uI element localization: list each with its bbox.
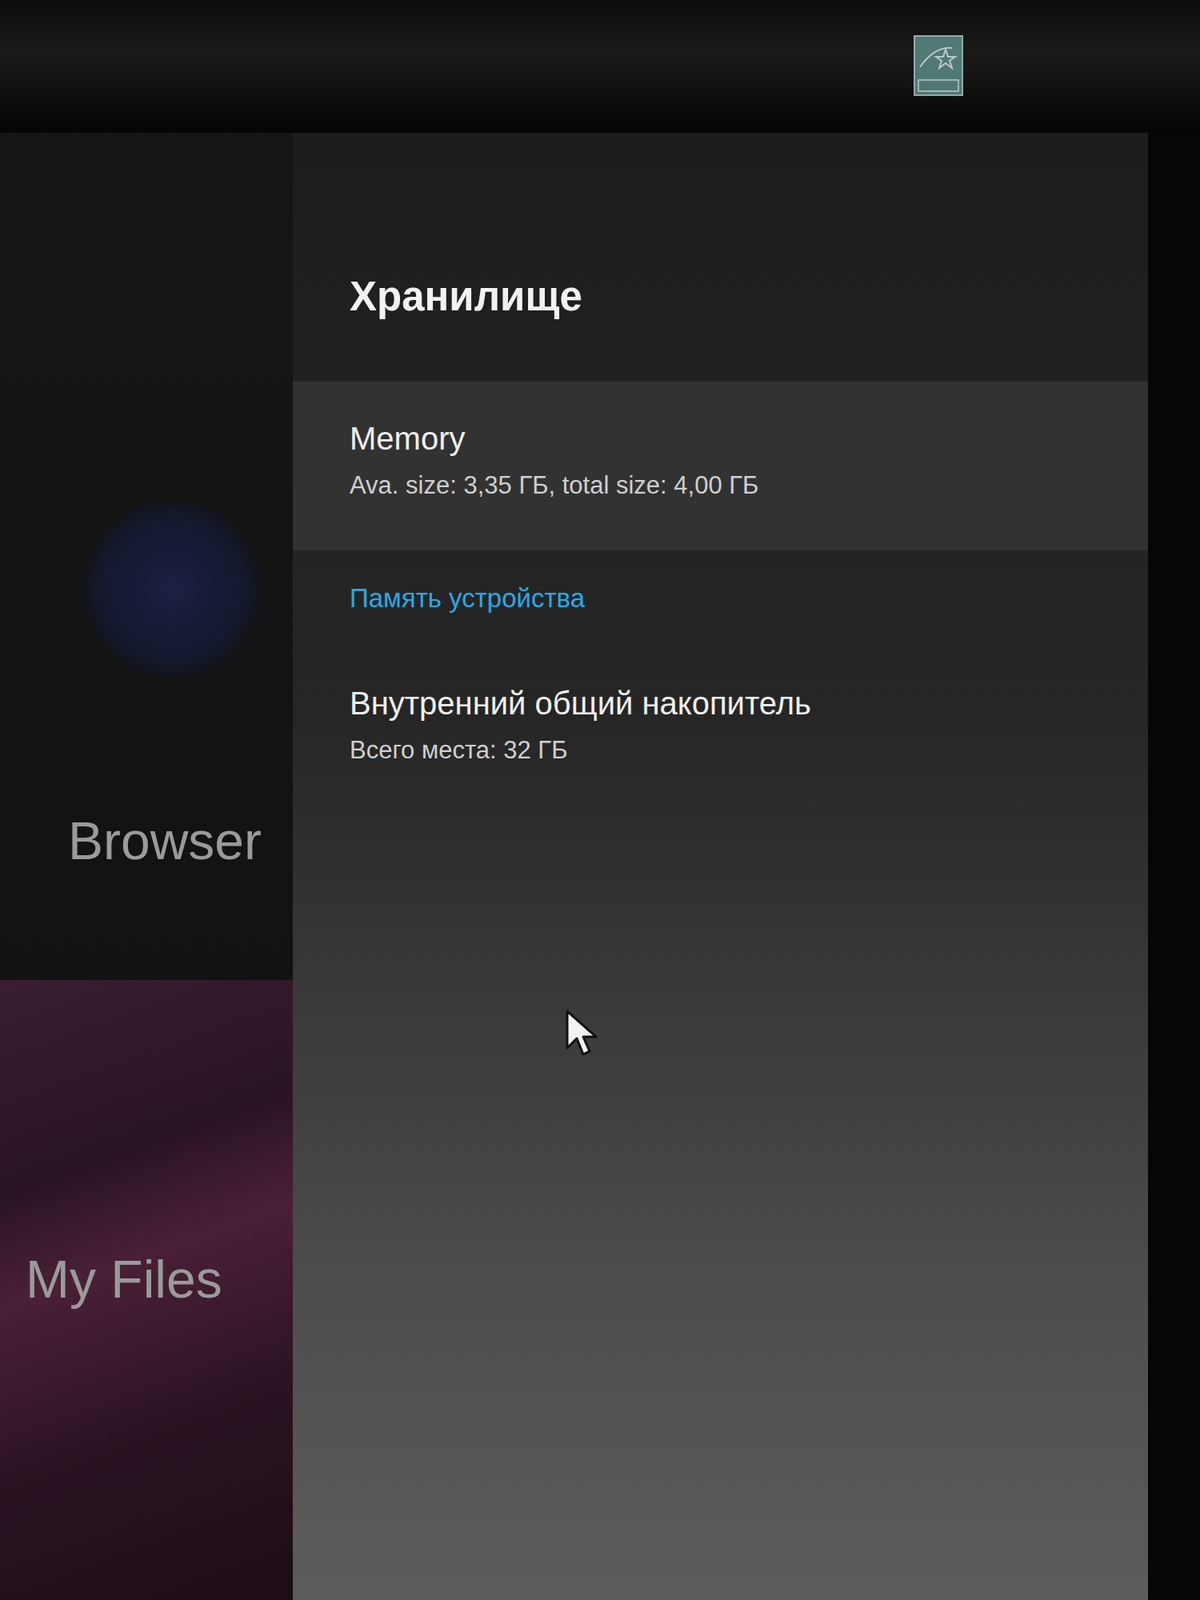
mouse-cursor-icon <box>565 1009 601 1060</box>
tile-label: Browser <box>68 809 293 873</box>
section-header: Память устройства <box>292 550 1148 647</box>
tv-screen: Browser My Files Хранилище Memory Ava. size:… <box>0 0 1200 1600</box>
launcher-tile[interactable]: My Files <box>0 980 293 1600</box>
storage-row[interactable]: Внутренний общий накопитель Всего места: … <box>292 646 1148 816</box>
storage-panel: Хранилище Memory Ava. size: 3,35 ГБ, total… <box>292 132 1148 1600</box>
globe-icon <box>84 500 260 677</box>
storage-list: Memory Ava. size: 3,35 ГБ, total size: 4,… <box>292 381 1148 816</box>
panel-title: Хранилище <box>292 272 1148 321</box>
screen: Browser My Files Хранилище Memory Ava. size:… <box>0 132 1200 1600</box>
storage-row[interactable]: Memory Ava. size: 3,35 ГБ, total size: 4,… <box>292 381 1148 551</box>
row-subtitle: Всего места: 32 ГБ <box>349 734 1116 767</box>
row-subtitle: Ava. size: 3,35 ГБ, total size: 4,00 ГБ <box>349 469 1116 502</box>
tv-bezel <box>0 0 1200 133</box>
tile-label: My Files <box>25 1248 293 1312</box>
tv-bezel-right <box>1148 132 1200 1600</box>
energy-star-icon <box>913 35 964 96</box>
row-title: Внутренний общий накопитель <box>349 683 1116 724</box>
launcher-tile[interactable]: Browser <box>0 132 293 980</box>
launcher-panel: Browser My Files <box>0 132 293 1600</box>
row-title: Memory <box>349 418 1116 459</box>
